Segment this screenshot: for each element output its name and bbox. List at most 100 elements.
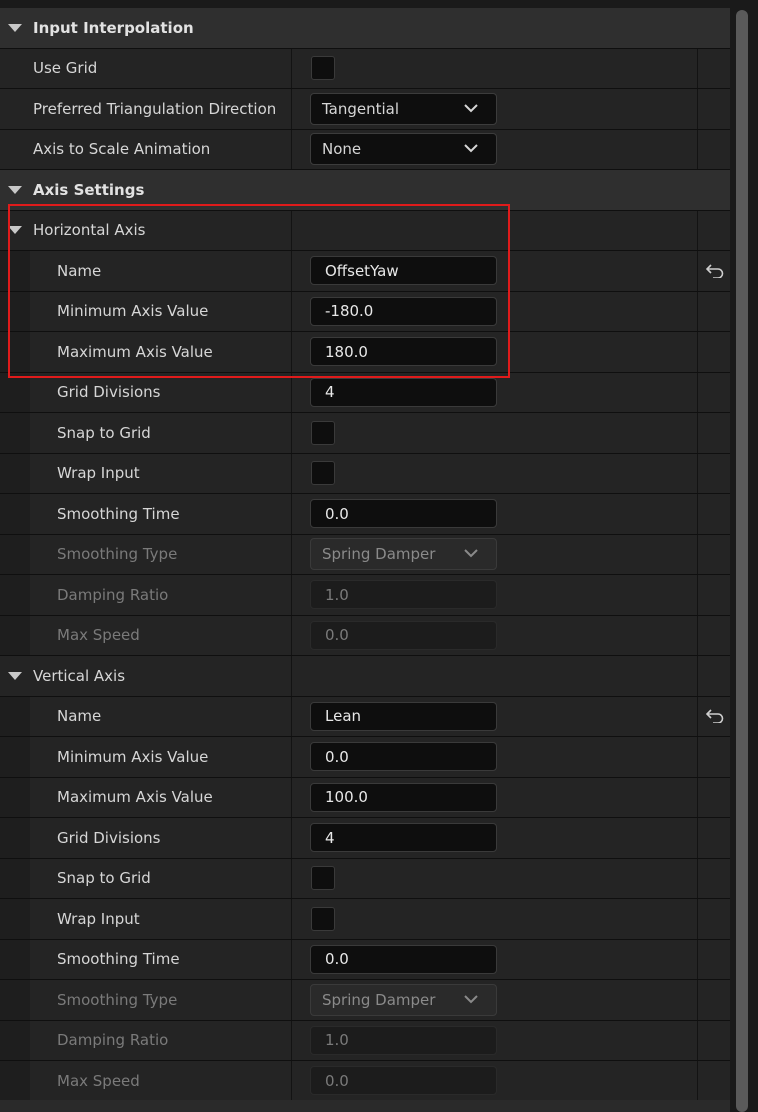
property-label: Max Speed [57,1071,140,1090]
h-damping-input: 1.0 [310,580,497,610]
property-row-h-max-speed: Max Speed 0.0 [0,615,730,656]
property-row-v-min: Minimum Axis Value 0.0 [0,737,730,778]
section-title: Input Interpolation [33,18,194,37]
property-label: Wrap Input [57,464,140,483]
h-smoothing-type-dropdown: Spring Damper [310,538,497,571]
section-title: Axis Settings [33,180,145,199]
property-label: Axis to Scale Animation [33,140,211,159]
property-row-h-damping: Damping Ratio 1.0 [0,575,730,616]
property-label: Minimum Axis Value [57,302,209,321]
input-value: 4 [325,828,335,847]
h-smoothing-time-input[interactable]: 0.0 [310,499,497,529]
reset-to-default-icon[interactable] [705,709,724,724]
property-row-h-smoothing-time: Smoothing Time 0.0 [0,494,730,535]
scrollbar-thumb[interactable] [736,10,748,1112]
collapse-arrow-icon[interactable] [8,671,22,680]
input-value: 4 [325,383,335,402]
chevron-down-icon [464,144,478,153]
property-row-h-smoothing-type: Smoothing Type Spring Damper [0,534,730,575]
property-row-v-grid-divisions: Grid Divisions 4 [0,818,730,859]
collapse-arrow-icon[interactable] [8,23,22,32]
property-label: Smoothing Type [57,990,178,1009]
input-value: 0.0 [325,747,349,766]
h-min-input[interactable]: -180.0 [310,296,497,326]
property-row-v-smoothing-time: Smoothing Time 0.0 [0,939,730,980]
property-row-h-max: Maximum Axis Value 180.0 [0,332,730,373]
property-label: Maximum Axis Value [57,342,213,361]
property-label: Snap to Grid [57,423,151,442]
dropdown-value: None [322,140,362,159]
dropdown-value: Tangential [322,99,400,118]
property-row-h-min: Minimum Axis Value -180.0 [0,291,730,332]
v-max-input[interactable]: 100.0 [310,782,497,812]
property-label: Grid Divisions [57,383,161,402]
triangulation-dropdown[interactable]: Tangential [310,92,497,125]
property-label: Maximum Axis Value [57,788,213,807]
property-row-v-smoothing-type: Smoothing Type Spring Damper [0,980,730,1021]
property-row-h-wrap: Wrap Input [0,453,730,494]
v-wrap-checkbox[interactable] [311,906,335,931]
v-name-input[interactable]: Lean [310,701,497,731]
input-value: 0.0 [325,626,349,645]
input-value: 1.0 [325,585,349,604]
input-value: -180.0 [325,302,374,321]
input-value: 0.0 [325,504,349,523]
reset-to-default-icon[interactable] [705,264,724,278]
property-row-axis-scale: Axis to Scale Animation None [0,129,730,170]
h-snap-checkbox[interactable] [311,420,335,445]
property-row-h-name: Name OffsetYaw [0,251,730,292]
subsection-horizontal-axis[interactable]: Horizontal Axis [0,210,730,251]
property-row-h-snap: Snap to Grid [0,413,730,454]
property-label: Max Speed [57,626,140,645]
property-row-v-damping: Damping Ratio 1.0 [0,1020,730,1061]
section-axis-settings[interactable]: Axis Settings [0,170,730,211]
property-label: Minimum Axis Value [57,747,209,766]
chevron-down-icon [464,995,478,1004]
property-row-v-snap: Snap to Grid [0,858,730,899]
property-row-v-max: Maximum Axis Value 100.0 [0,777,730,818]
property-row-use-grid: Use Grid [0,48,730,89]
v-min-input[interactable]: 0.0 [310,742,497,772]
chevron-down-icon [464,104,478,113]
panel-top-strip [0,0,730,8]
h-wrap-checkbox[interactable] [311,461,335,486]
input-value: 1.0 [325,1031,349,1050]
input-value: 0.0 [325,950,349,969]
subsection-title: Vertical Axis [33,666,126,685]
v-max-speed-input: 0.0 [310,1066,497,1096]
input-value: Lean [325,707,362,726]
input-value: 0.0 [325,1071,349,1090]
property-label: Preferred Triangulation Direction [33,99,277,118]
property-label: Name [57,261,102,280]
v-snap-checkbox[interactable] [311,866,335,891]
axis-scale-dropdown[interactable]: None [310,133,497,166]
property-row-triangulation: Preferred Triangulation Direction Tangen… [0,89,730,130]
property-label: Wrap Input [57,909,140,928]
input-value: OffsetYaw [325,261,399,280]
h-max-input[interactable]: 180.0 [310,337,497,367]
dropdown-value: Spring Damper [322,545,436,564]
collapse-arrow-icon[interactable] [8,185,22,194]
panel-bottom-strip [0,1100,730,1112]
collapse-arrow-icon[interactable] [8,226,22,235]
property-label: Smoothing Time [57,950,180,969]
h-max-speed-input: 0.0 [310,620,497,650]
use-grid-checkbox[interactable] [311,56,335,81]
h-name-input[interactable]: OffsetYaw [310,256,497,286]
v-smoothing-type-dropdown: Spring Damper [310,983,497,1016]
v-grid-divisions-input[interactable]: 4 [310,823,497,853]
property-row-v-max-speed: Max Speed 0.0 [0,1061,730,1102]
h-grid-divisions-input[interactable]: 4 [310,377,497,407]
subsection-vertical-axis[interactable]: Vertical Axis [0,656,730,697]
property-label: Smoothing Type [57,545,178,564]
property-row-v-wrap: Wrap Input [0,899,730,940]
input-value: 100.0 [325,788,368,807]
v-damping-input: 1.0 [310,1025,497,1055]
property-label: Snap to Grid [57,869,151,888]
property-label: Use Grid [33,59,98,78]
v-smoothing-time-input[interactable]: 0.0 [310,944,497,974]
section-input-interpolation[interactable]: Input Interpolation [0,8,730,49]
subsection-title: Horizontal Axis [33,221,146,240]
property-row-h-grid-divisions: Grid Divisions 4 [0,372,730,413]
input-value: 180.0 [325,342,368,361]
